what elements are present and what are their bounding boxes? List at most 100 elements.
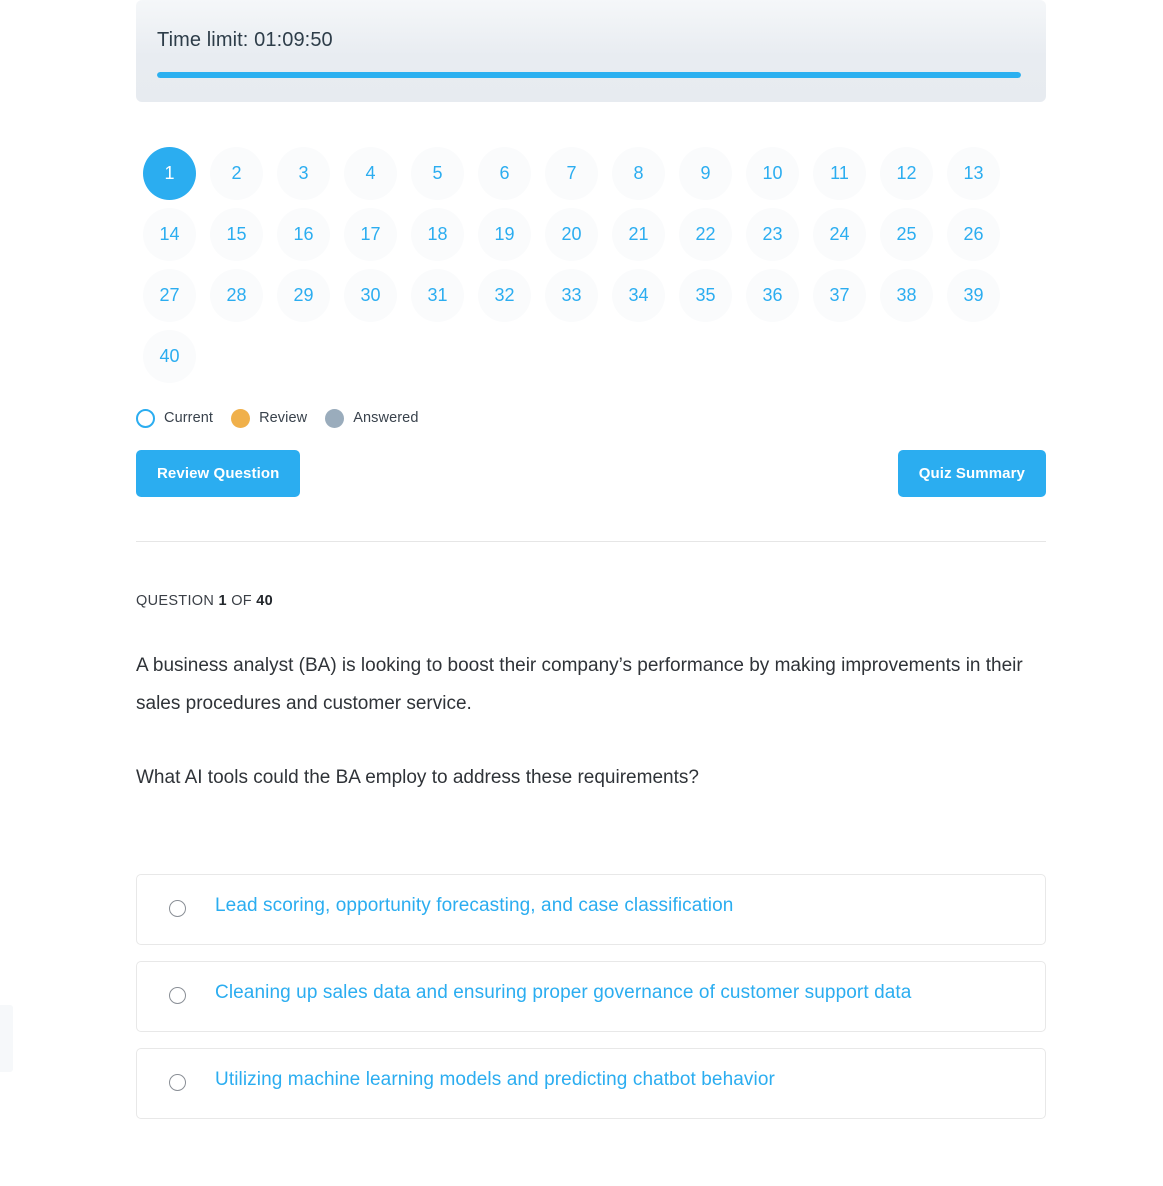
radio-icon[interactable] — [169, 900, 186, 917]
question-number-2[interactable]: 2 — [210, 147, 263, 200]
question-number-cell: 7 — [538, 143, 605, 204]
time-limit-panel: Time limit: 01:09:50 — [136, 0, 1046, 102]
question-number-6[interactable]: 6 — [478, 147, 531, 200]
question-number-cell: 14 — [136, 204, 203, 265]
question-number-3[interactable]: 3 — [277, 147, 330, 200]
question-number-cell: 8 — [605, 143, 672, 204]
question-number-cell: 34 — [605, 265, 672, 326]
question-number-13[interactable]: 13 — [947, 147, 1000, 200]
question-number-40[interactable]: 40 — [143, 330, 196, 383]
content-column: Time limit: 01:09:50 1 2 3 4 5 6 7 8 9 10 11 12 13 14… — [136, 0, 1046, 1135]
review-question-button[interactable]: Review Question — [136, 450, 301, 497]
question-number-9[interactable]: 9 — [679, 147, 732, 200]
question-number-35[interactable]: 35 — [679, 269, 732, 322]
question-number-cell: 18 — [404, 204, 471, 265]
quiz-summary-button[interactable]: Quiz Summary — [897, 450, 1046, 497]
question-paragraph-2: What AI tools could the BA employ to add… — [136, 767, 699, 788]
question-number-10[interactable]: 10 — [746, 147, 799, 200]
question-number-cell: 28 — [203, 265, 270, 326]
question-number-33[interactable]: 33 — [545, 269, 598, 322]
question-number-cell: 37 — [806, 265, 873, 326]
question-number-cell: 29 — [270, 265, 337, 326]
legend-label-review: Review — [259, 410, 308, 426]
question-number-cell: 9 — [672, 143, 739, 204]
question-number-20[interactable]: 20 — [545, 208, 598, 261]
question-number-cell: 31 — [404, 265, 471, 326]
question-text: A business analyst (BA) is looking to bo… — [136, 647, 1026, 797]
question-number-25[interactable]: 25 — [880, 208, 933, 261]
question-number-5[interactable]: 5 — [411, 147, 464, 200]
question-number-cell: 10 — [739, 143, 806, 204]
answer-option-1[interactable]: Lead scoring, opportunity forecasting, a… — [136, 874, 1046, 945]
question-number-39[interactable]: 39 — [947, 269, 1000, 322]
question-number-cell: 24 — [806, 204, 873, 265]
question-number-23[interactable]: 23 — [746, 208, 799, 261]
question-number-14[interactable]: 14 — [143, 208, 196, 261]
question-number-cell: 26 — [940, 204, 1007, 265]
legend-label-current: Current — [164, 410, 214, 426]
question-number-cell: 39 — [940, 265, 1007, 326]
current-status-icon — [136, 408, 155, 428]
side-peek-tab[interactable] — [0, 1005, 13, 1072]
review-status-icon — [231, 408, 251, 428]
question-number-18[interactable]: 18 — [411, 208, 464, 261]
question-number-21[interactable]: 21 — [612, 208, 665, 261]
question-counter-prefix: QUESTION — [136, 593, 215, 609]
question-number-36[interactable]: 36 — [746, 269, 799, 322]
question-number-cell: 4 — [337, 143, 404, 204]
radio-icon[interactable] — [169, 987, 186, 1004]
question-number-15[interactable]: 15 — [210, 208, 263, 261]
question-number-1[interactable]: 1 — [143, 147, 196, 200]
question-number-37[interactable]: 37 — [813, 269, 866, 322]
question-number-cell: 12 — [873, 143, 940, 204]
question-number-22[interactable]: 22 — [679, 208, 732, 261]
question-number-cell: 16 — [270, 204, 337, 265]
question-number-cell: 6 — [471, 143, 538, 204]
question-number-cell: 2 — [203, 143, 270, 204]
answer-option-2[interactable]: Cleaning up sales data and ensuring prop… — [136, 961, 1046, 1032]
question-paragraph-1: A business analyst (BA) is looking to bo… — [136, 655, 1023, 714]
radio-icon[interactable] — [169, 1074, 186, 1091]
section-divider — [136, 541, 1046, 542]
question-number-cell: 11 — [806, 143, 873, 204]
question-number-cell: 19 — [471, 204, 538, 265]
question-number-cell: 36 — [739, 265, 806, 326]
time-progress-fill — [157, 72, 1021, 78]
question-number-cell: 38 — [873, 265, 940, 326]
question-counter-of: OF — [231, 593, 252, 609]
question-number-7[interactable]: 7 — [545, 147, 598, 200]
question-number-17[interactable]: 17 — [344, 208, 397, 261]
question-number-cell: 25 — [873, 204, 940, 265]
question-counter-number: 1 — [218, 593, 227, 609]
time-limit-label: Time limit: 01:09:50 — [157, 29, 333, 51]
question-number-19[interactable]: 19 — [478, 208, 531, 261]
question-number-12[interactable]: 12 — [880, 147, 933, 200]
quiz-action-row: Review Question Quiz Summary — [136, 450, 1046, 497]
question-number-28[interactable]: 28 — [210, 269, 263, 322]
legend-label-answered: Answered — [353, 410, 419, 426]
question-number-16[interactable]: 16 — [277, 208, 330, 261]
question-number-cell: 21 — [605, 204, 672, 265]
question-number-31[interactable]: 31 — [411, 269, 464, 322]
question-number-grid: 1 2 3 4 5 6 7 8 9 10 11 12 13 14 15 16 17 18 19 20 21 22 23 24 2… — [136, 143, 1046, 387]
question-number-30[interactable]: 30 — [344, 269, 397, 322]
question-number-cell: 13 — [940, 143, 1007, 204]
question-number-cell: 1 — [136, 143, 203, 204]
question-number-4[interactable]: 4 — [344, 147, 397, 200]
question-number-cell: 22 — [672, 204, 739, 265]
question-number-cell: 3 — [270, 143, 337, 204]
question-number-8[interactable]: 8 — [612, 147, 665, 200]
question-number-38[interactable]: 38 — [880, 269, 933, 322]
answered-status-icon — [325, 408, 345, 428]
question-number-26[interactable]: 26 — [947, 208, 1000, 261]
question-number-24[interactable]: 24 — [813, 208, 866, 261]
question-number-27[interactable]: 27 — [143, 269, 196, 322]
question-number-32[interactable]: 32 — [478, 269, 531, 322]
question-number-29[interactable]: 29 — [277, 269, 330, 322]
question-number-cell: 23 — [739, 204, 806, 265]
answer-option-3[interactable]: Utilizing machine learning models and pr… — [136, 1048, 1046, 1119]
question-number-11[interactable]: 11 — [813, 147, 866, 200]
question-number-34[interactable]: 34 — [612, 269, 665, 322]
question-number-cell: 15 — [203, 204, 270, 265]
question-number-cell: 35 — [672, 265, 739, 326]
